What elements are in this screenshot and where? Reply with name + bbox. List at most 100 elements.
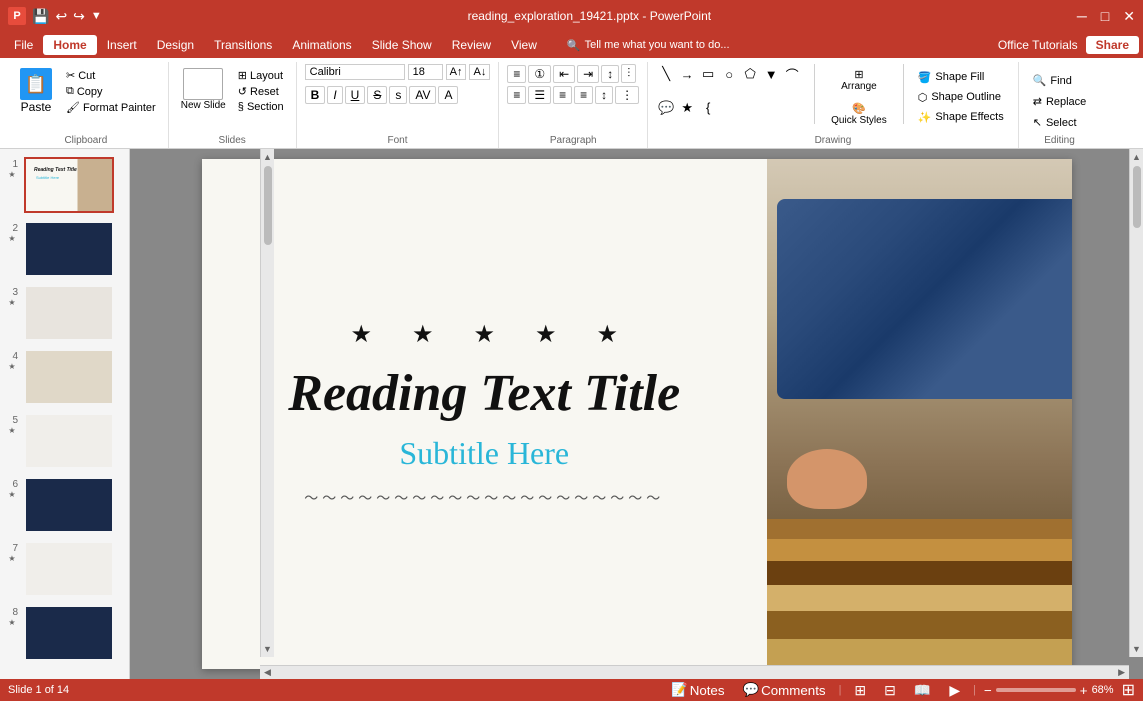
- redo-icon[interactable]: ↪: [73, 8, 85, 25]
- menu-file[interactable]: File: [4, 35, 43, 55]
- quick-access-customize[interactable]: ▼: [91, 10, 102, 22]
- shape-effects-button[interactable]: ✨ Shape Effects: [912, 109, 1010, 126]
- cut-button[interactable]: ✂ Cut: [62, 68, 160, 83]
- brace-shape[interactable]: {: [698, 98, 718, 118]
- shape-fill-button[interactable]: 🪣 Shape Fill: [912, 69, 1010, 86]
- new-slide-button[interactable]: New Slide: [177, 64, 230, 115]
- menu-insert[interactable]: Insert: [97, 35, 147, 55]
- slide-thumbnail-5[interactable]: 5 ★: [4, 413, 125, 469]
- menu-design[interactable]: Design: [147, 35, 204, 55]
- reading-view-button[interactable]: 📖: [909, 681, 936, 700]
- increase-font-button[interactable]: A↑: [446, 64, 467, 80]
- circle-shape[interactable]: ○: [719, 64, 739, 84]
- bottom-scrollbar[interactable]: ◀ ▶: [260, 665, 1129, 679]
- slideshow-view-button[interactable]: ▶: [944, 681, 965, 700]
- right-scrollbar[interactable]: ▲ ▼: [1129, 149, 1143, 657]
- close-button[interactable]: ✕: [1123, 8, 1135, 25]
- star-shape[interactable]: ★: [677, 98, 697, 118]
- arrange-button[interactable]: ⊞ Arrange: [823, 64, 895, 96]
- indent-more-button[interactable]: ⇥: [577, 65, 599, 83]
- slide-thumbnail-3[interactable]: 3 ★: [4, 285, 125, 341]
- maximize-button[interactable]: □: [1101, 8, 1109, 24]
- italic-button[interactable]: I: [327, 86, 342, 104]
- curve-shape[interactable]: ⌒: [782, 64, 802, 84]
- find-button[interactable]: 🔍 Find: [1027, 72, 1093, 89]
- strikethrough-button[interactable]: S: [367, 86, 387, 104]
- reset-button[interactable]: ↺ Reset: [234, 84, 288, 99]
- replace-button[interactable]: ⇄ Replace: [1027, 93, 1093, 110]
- section-button[interactable]: § Section: [234, 100, 288, 114]
- text-dir-button[interactable]: ↕: [601, 65, 619, 83]
- menu-slideshow[interactable]: Slide Show: [362, 35, 442, 55]
- fit-to-window-button[interactable]: ⊞: [1122, 680, 1135, 700]
- align-left-button[interactable]: ≡: [507, 86, 526, 104]
- shadow-button[interactable]: s: [389, 86, 407, 104]
- font-color-button[interactable]: A: [438, 86, 458, 104]
- indent-less-button[interactable]: ⇤: [553, 65, 575, 83]
- copy-button[interactable]: ⧉ Copy: [62, 84, 160, 99]
- scroll-up-arrow[interactable]: ▲: [260, 149, 275, 165]
- menu-home[interactable]: Home: [43, 35, 96, 55]
- shape-outline-button[interactable]: ⬡ Shape Outline: [912, 89, 1010, 106]
- tell-me-bar[interactable]: 🔍 Tell me what you want to do...: [557, 36, 740, 55]
- font-name-input[interactable]: [305, 64, 405, 80]
- columns-button[interactable]: ⫶: [621, 64, 636, 83]
- normal-view-button[interactable]: ⊞: [849, 681, 871, 700]
- undo-icon[interactable]: ↩: [55, 8, 67, 25]
- zoom-slider[interactable]: [996, 688, 1076, 692]
- vertical-scrollbar[interactable]: ▲ ▼: [260, 149, 274, 657]
- font-size-input[interactable]: [408, 64, 443, 80]
- slide-thumbnail-4[interactable]: 4 ★: [4, 349, 125, 405]
- slide-subtitle[interactable]: Subtitle Here: [399, 435, 569, 472]
- menu-view[interactable]: View: [501, 35, 547, 55]
- align-center-button[interactable]: ☰: [528, 86, 551, 104]
- slide-thumbnail-7[interactable]: 7 ★: [4, 541, 125, 597]
- scroll-down-arrow[interactable]: ▼: [260, 641, 275, 657]
- slide-thumbnail-2[interactable]: 2 ★: [4, 221, 125, 277]
- scroll-left-arrow[interactable]: ◀: [260, 665, 275, 679]
- paste-button[interactable]: 📋 Paste: [12, 64, 60, 118]
- scroll-right-arrow[interactable]: ▶: [1114, 665, 1129, 679]
- line-spacing-button[interactable]: ↕: [595, 86, 613, 104]
- slide-thumbnail-6[interactable]: 6 ★: [4, 477, 125, 533]
- slide-sorter-button[interactable]: ⊟: [879, 681, 901, 700]
- right-scroll-up[interactable]: ▲: [1129, 149, 1143, 165]
- select-button[interactable]: ↖ Select: [1027, 114, 1093, 131]
- bullets-button[interactable]: ≡: [507, 65, 526, 83]
- slide-thumbnail-1[interactable]: 1 ★ Reading Text Title Subtitle Here: [4, 157, 125, 213]
- share-button[interactable]: Share: [1086, 36, 1139, 54]
- line-shape[interactable]: ╲: [656, 64, 676, 84]
- callout-shape[interactable]: 💬: [656, 98, 676, 118]
- pentagon-shape[interactable]: ⬠: [740, 64, 760, 84]
- quick-styles-button[interactable]: 🎨 Quick Styles: [823, 98, 895, 130]
- smartart-button[interactable]: ⋮: [615, 86, 639, 104]
- justify-button[interactable]: ≡: [574, 86, 593, 104]
- align-right-button[interactable]: ≡: [553, 86, 572, 104]
- right-scroll-down[interactable]: ▼: [1129, 641, 1143, 657]
- format-painter-button[interactable]: 🖌 Format Painter: [62, 100, 160, 115]
- numbering-button[interactable]: ①: [528, 65, 551, 83]
- comments-button[interactable]: 💬 Comments: [738, 681, 831, 699]
- bold-button[interactable]: B: [305, 86, 326, 104]
- decrease-font-button[interactable]: A↓: [469, 64, 490, 80]
- char-spacing-button[interactable]: AV: [409, 86, 436, 104]
- arrange-label: Arrange: [841, 81, 877, 92]
- slide-thumbnail-8[interactable]: 8 ★: [4, 605, 125, 661]
- minimize-button[interactable]: ─: [1077, 8, 1087, 24]
- menu-animations[interactable]: Animations: [282, 35, 361, 55]
- menu-review[interactable]: Review: [442, 35, 501, 55]
- slide-title[interactable]: Reading Text Title: [288, 365, 680, 422]
- rect-shape[interactable]: ▭: [698, 64, 718, 84]
- menu-transitions[interactable]: Transitions: [204, 35, 282, 55]
- editing-tools: 🔍 Find ⇄ Replace ↖ Select: [1027, 72, 1093, 131]
- office-tutorials-link[interactable]: Office Tutorials: [998, 38, 1078, 52]
- zoom-out-button[interactable]: −: [984, 683, 992, 698]
- save-icon[interactable]: 💾: [32, 8, 49, 25]
- notes-button[interactable]: 📝 Notes: [666, 681, 729, 699]
- shape-outline-label: Shape Outline: [931, 91, 1001, 103]
- layout-button[interactable]: ⊞ Layout: [234, 68, 288, 83]
- zoom-in-button[interactable]: +: [1080, 683, 1088, 698]
- arrow-shape[interactable]: →: [677, 64, 697, 84]
- more-shapes[interactable]: ▼: [761, 64, 781, 84]
- underline-button[interactable]: U: [345, 86, 366, 104]
